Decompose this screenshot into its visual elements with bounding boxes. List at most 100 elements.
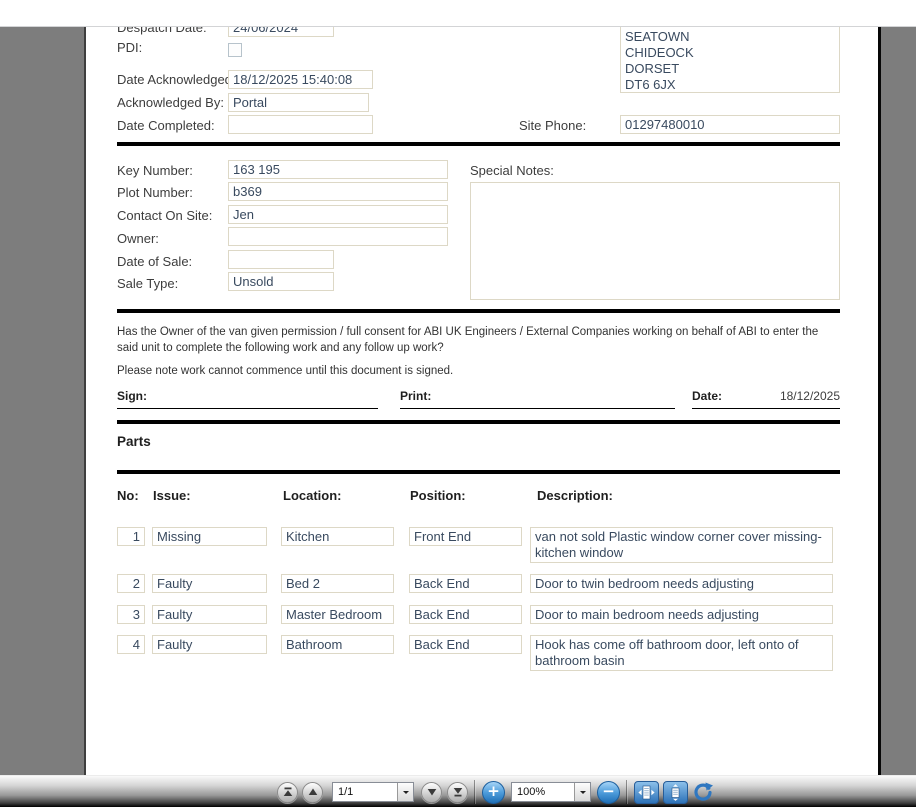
date-completed-field	[228, 115, 373, 134]
parts-header-description: Description:	[537, 488, 613, 503]
first-page-button[interactable]	[277, 781, 298, 803]
parts-header-location: Location:	[283, 488, 342, 503]
address-line-1: SEATOWN	[625, 29, 690, 44]
chevron-down-icon	[402, 791, 409, 797]
section-divider	[117, 309, 840, 313]
zoom-dropdown-button[interactable]	[574, 783, 590, 801]
section-divider	[117, 142, 840, 146]
part-description-field: van not sold Plastic window corner cover…	[530, 527, 833, 563]
previous-page-icon	[308, 788, 317, 795]
report-viewer-canvas: Despatch Date: 24/06/2024 PDI: Date Ackn…	[0, 27, 916, 775]
part-description-field: Door to main bedroom needs adjusting	[530, 605, 833, 624]
plus-icon: +	[487, 781, 500, 800]
part-location-field: Kitchen	[281, 527, 394, 546]
address-line-2: CHIDEOCK	[625, 45, 694, 60]
part-description-field: Door to twin bedroom needs adjusting	[530, 574, 833, 593]
part-location-field: Bed 2	[281, 574, 394, 593]
address-line-3: DORSET	[625, 61, 680, 76]
next-page-button[interactable]	[421, 781, 442, 803]
date-acknowledged-field: 18/12/2025 15:40:08	[228, 70, 373, 89]
section-divider	[117, 470, 840, 474]
parts-header-issue: Issue:	[153, 488, 191, 503]
owner-label: Owner:	[117, 231, 159, 246]
pdi-checkbox	[228, 43, 242, 57]
part-description-field: Hook has come off bathroom door, left on…	[530, 635, 833, 671]
parts-header-no: No:	[117, 488, 139, 503]
part-position-field: Back End	[409, 574, 522, 593]
next-page-icon	[427, 789, 436, 796]
minus-icon: −	[602, 781, 615, 800]
address-line-4: DT6 6JX	[625, 77, 676, 92]
fit-width-icon	[638, 785, 655, 799]
part-no-field: 1	[117, 527, 145, 546]
page-number-value: 1/1	[338, 786, 354, 798]
last-page-icon	[453, 788, 462, 797]
part-location-field: Bathroom	[281, 635, 394, 654]
sale-type-field: Unsold	[228, 272, 334, 291]
chevron-down-icon	[579, 791, 586, 797]
despatch-date-label: Despatch Date:	[117, 27, 207, 35]
part-position-field: Back End	[409, 635, 522, 654]
date-line	[692, 408, 840, 409]
part-issue-field: Faulty	[152, 574, 267, 593]
zoom-level-value: 100%	[517, 786, 546, 798]
key-number-label: Key Number:	[117, 163, 193, 178]
date-acknowledged-label: Date Acknowledged:	[117, 72, 236, 87]
page-number-select[interactable]: 1/1	[332, 782, 414, 802]
print-line	[400, 408, 675, 409]
owner-field	[228, 227, 448, 246]
previous-page-button[interactable]	[302, 781, 323, 803]
last-page-button[interactable]	[447, 781, 468, 803]
date-completed-label: Date Completed:	[117, 118, 215, 133]
fit-width-button[interactable]	[634, 780, 659, 804]
site-phone-field: 01297480010	[620, 115, 840, 134]
plot-number-field: b369	[228, 182, 448, 201]
pdi-label: PDI:	[117, 40, 143, 55]
top-strip	[0, 0, 916, 27]
date-of-sale-field	[228, 250, 334, 269]
part-position-field: Back End	[409, 605, 522, 624]
first-page-icon	[283, 787, 292, 796]
part-issue-field: Faulty	[152, 605, 267, 624]
parts-section-title: Parts	[117, 434, 151, 449]
contact-on-site-field: Jen	[228, 205, 448, 224]
acknowledged-by-field: Portal	[228, 93, 369, 112]
key-number-field: 163 195	[228, 160, 448, 179]
part-no-field: 3	[117, 605, 145, 624]
consent-question-text: Has the Owner of the van given permissio…	[117, 326, 819, 354]
fit-page-button[interactable]	[663, 780, 688, 804]
document-page: Despatch Date: 24/06/2024 PDI: Date Ackn…	[84, 27, 881, 775]
print-label: Print:	[400, 389, 432, 403]
despatch-date-field: 24/06/2024	[228, 27, 334, 37]
consent-note-text: Please note work cannot commence until t…	[117, 365, 454, 377]
sign-line	[117, 408, 378, 409]
section-divider	[117, 420, 840, 424]
viewer-toolbar: 1/1 + 100% −	[0, 775, 916, 807]
plot-number-label: Plot Number:	[117, 185, 193, 200]
part-issue-field: Faulty	[152, 635, 267, 654]
special-notes-label: Special Notes:	[470, 163, 554, 178]
zoom-in-button[interactable]: +	[482, 780, 505, 804]
page-number-dropdown-button[interactable]	[397, 783, 413, 801]
refresh-icon	[694, 782, 713, 801]
part-position-field: Front End	[409, 527, 522, 546]
site-phone-label: Site Phone:	[519, 118, 587, 133]
date-of-sale-label: Date of Sale:	[117, 254, 193, 269]
consent-date-value: 18/12/2025	[779, 389, 840, 403]
special-notes-field	[470, 182, 840, 300]
contact-on-site-label: Contact On Site:	[117, 208, 213, 223]
acknowledged-by-label: Acknowledged By:	[117, 95, 224, 110]
sale-type-label: Sale Type:	[117, 276, 179, 291]
part-issue-field: Missing	[152, 527, 267, 546]
fit-page-icon	[671, 783, 680, 801]
toolbar-separator	[626, 780, 627, 804]
refresh-button[interactable]	[692, 781, 714, 803]
toolbar-separator	[474, 780, 475, 804]
site-address-field: SEATOWN CHIDEOCK DORSET DT6 6JX	[620, 27, 840, 93]
zoom-level-select[interactable]: 100%	[511, 782, 591, 802]
zoom-out-button[interactable]: −	[597, 780, 620, 804]
part-no-field: 2	[117, 574, 145, 593]
parts-header-position: Position:	[410, 488, 466, 503]
part-location-field: Master Bedroom	[281, 605, 394, 624]
sign-label: Sign:	[117, 389, 147, 403]
